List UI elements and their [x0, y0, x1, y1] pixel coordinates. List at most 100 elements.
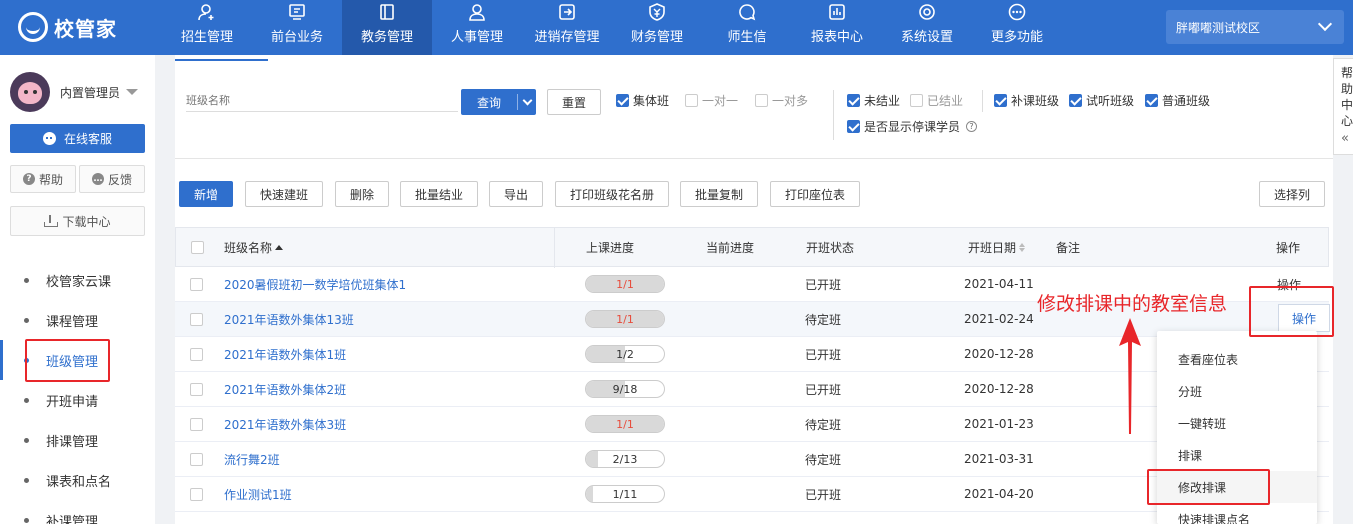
app-logo[interactable]: 校管家: [18, 9, 117, 45]
batch-copy-button[interactable]: 批量复制: [680, 181, 758, 207]
row-checkbox[interactable]: [190, 372, 203, 406]
checkbox-box[interactable]: [190, 312, 203, 326]
delete-button[interactable]: 删除: [335, 181, 389, 207]
question-icon[interactable]: ?: [966, 121, 978, 132]
sidebar-item-4[interactable]: 排课管理: [0, 420, 155, 460]
checkbox-box[interactable]: [847, 94, 860, 107]
campus-selector[interactable]: 胖嘟嘟测试校区: [1166, 10, 1344, 44]
filter-checkbox-kindChecks-0[interactable]: 补课班级: [994, 92, 1059, 109]
checkbox-box[interactable]: [1145, 94, 1158, 107]
checkbox-box[interactable]: [190, 277, 203, 291]
feedback-icon: …: [91, 173, 104, 185]
filter-checkbox-typeChecks-0[interactable]: 集体班: [616, 92, 669, 109]
class-name-link[interactable]: 2020暑假班初一数学培优班集体1: [224, 267, 406, 301]
row-checkbox[interactable]: [190, 477, 203, 511]
nav-item-5[interactable]: 财务管理: [612, 0, 702, 55]
sort-asc-icon[interactable]: [275, 244, 284, 250]
filter-checkbox-kindChecks-1[interactable]: 试听班级: [1069, 92, 1134, 109]
checkbox-box[interactable]: [847, 120, 860, 133]
header-start-date[interactable]: 开班日期: [968, 228, 1026, 266]
sidebar-item-0[interactable]: 校管家云课: [0, 260, 155, 300]
class-name-link[interactable]: 2021年语数外集体13班: [224, 302, 354, 336]
user-profile[interactable]: 内置管理员: [10, 72, 139, 112]
nav-item-4[interactable]: 进销存管理: [522, 0, 612, 55]
checkbox-box[interactable]: [994, 94, 1007, 107]
print-seating-button[interactable]: 打印座位表: [770, 181, 860, 207]
header-progress: 上课进度: [586, 240, 635, 255]
query-button[interactable]: 查询: [461, 89, 536, 115]
select-all-checkbox[interactable]: [191, 228, 204, 266]
row-checkbox[interactable]: [190, 407, 203, 441]
filter-checkbox-statusChecks-1[interactable]: 已结业: [910, 92, 963, 109]
menu-item-assign-class-item[interactable]: 分班: [1157, 375, 1317, 407]
header-class-name[interactable]: 班级名称: [224, 228, 284, 266]
show-paused-checkbox[interactable]: 是否显示停课学员 ?: [847, 118, 978, 135]
sort-icon[interactable]: [1019, 242, 1026, 252]
query-dropdown-icon[interactable]: [518, 89, 536, 115]
row-checkbox[interactable]: [190, 337, 203, 371]
login-box-icon: [558, 3, 576, 21]
class-name-link[interactable]: 2021年语数外集体2班: [224, 372, 346, 406]
sidebar-item-3[interactable]: 开班申请: [0, 380, 155, 420]
filter-checkbox-statusChecks-0[interactable]: 未结业: [847, 92, 900, 109]
checkbox-box[interactable]: [1069, 94, 1082, 107]
reset-button[interactable]: 重置: [547, 89, 601, 115]
help-center-tab[interactable]: 帮助中心 «: [1333, 58, 1353, 155]
filter-checkbox-kindChecks-2[interactable]: 普通班级: [1145, 92, 1210, 109]
row-checkbox[interactable]: [190, 442, 203, 476]
menu-item-one-click-transfer-item[interactable]: 一键转班: [1157, 407, 1317, 439]
nav-item-2[interactable]: 教务管理: [342, 0, 432, 55]
filter-checkbox-typeChecks-2[interactable]: 一对多: [755, 92, 808, 109]
collapse-arrow-icon[interactable]: «: [1341, 131, 1353, 147]
feedback-button[interactable]: … 反馈: [79, 165, 145, 193]
print-roster-button[interactable]: 打印班级花名册: [555, 181, 669, 207]
class-name-link[interactable]: 作业测试1班: [224, 477, 292, 511]
batch-graduate-button[interactable]: 批量结业: [400, 181, 478, 207]
row-checkbox[interactable]: [190, 267, 203, 301]
checkbox-box[interactable]: [190, 487, 203, 501]
class-name-link[interactable]: 2021年语数外集体3班: [224, 407, 346, 441]
checkbox-box[interactable]: [910, 94, 923, 107]
nav-item-0[interactable]: 招生管理: [162, 0, 252, 55]
nav-item-label: 前台业务: [270, 30, 323, 45]
help-label: 帮助: [38, 172, 63, 187]
checkbox-box[interactable]: [755, 94, 768, 107]
class-name-link[interactable]: 流行舞2班: [224, 442, 280, 476]
checkbox-box[interactable]: [190, 417, 203, 431]
quick-create-button[interactable]: 快速建班: [245, 181, 323, 207]
nav-item-1[interactable]: 前台业务: [252, 0, 342, 55]
checkbox-box[interactable]: [190, 452, 203, 466]
online-service-button[interactable]: 在线客服: [10, 124, 145, 153]
nav-item-7[interactable]: 报表中心: [792, 0, 882, 55]
sidebar-item-6[interactable]: 补课管理: [0, 500, 155, 524]
checkbox-box[interactable]: [190, 382, 203, 396]
row-checkbox[interactable]: [190, 302, 203, 336]
sidebar-item-5[interactable]: 课表和点名: [0, 460, 155, 500]
filter-checkbox-typeChecks-1[interactable]: 一对一: [685, 92, 738, 109]
progress-bar: 9/18: [585, 380, 665, 398]
class-name-link[interactable]: 2021年语数外集体1班: [224, 337, 346, 371]
nav-item-3[interactable]: 人事管理: [432, 0, 522, 55]
checkbox-box[interactable]: [190, 347, 203, 361]
menu-item-schedule-item[interactable]: 排课: [1157, 439, 1317, 471]
header-action: 操作: [1276, 240, 1301, 255]
export-button[interactable]: 导出: [489, 181, 543, 207]
class-name-search[interactable]: [186, 90, 458, 112]
menu-item-view-seating-item[interactable]: 查看座位表: [1157, 331, 1317, 375]
download-center-button[interactable]: 下载中心: [10, 206, 145, 236]
table-row[interactable]: 2021年语数外集体3班 1/1 待定班 2021-01-23: [175, 407, 1329, 442]
checkbox-box[interactable]: [685, 94, 698, 107]
nav-item-8[interactable]: 系统设置: [882, 0, 972, 55]
checkbox-box[interactable]: [191, 240, 204, 254]
nav-item-6[interactable]: 师生信: [702, 0, 792, 55]
sidebar-item-1[interactable]: 课程管理: [0, 300, 155, 340]
checkbox-box[interactable]: [616, 94, 629, 107]
table-row[interactable]: 2021年语数外集体1班 1/2 已开班 2020-12-28: [175, 337, 1329, 372]
select-columns-button[interactable]: 选择列: [1259, 181, 1325, 207]
add-button[interactable]: 新增: [179, 181, 233, 207]
menu-item-quick-schedule-rollcall-item[interactable]: 快速排课点名: [1157, 503, 1317, 524]
class-name-input[interactable]: [186, 94, 458, 107]
nav-item-9[interactable]: 更多功能: [972, 0, 1062, 55]
help-button[interactable]: ? 帮助: [10, 165, 76, 193]
table-row[interactable]: 2021年语数外集体2班 9/18 已开班 2020-12-28: [175, 372, 1329, 407]
